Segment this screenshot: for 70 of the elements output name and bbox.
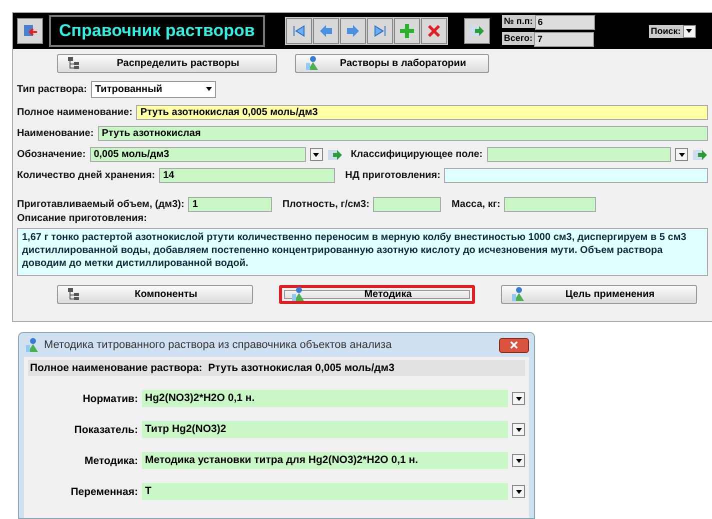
designation-field[interactable]: 0,005 моль/дм3	[90, 147, 306, 162]
field-label: Масса, кг:	[451, 199, 500, 210]
window-title: Справочник растворов	[49, 15, 265, 47]
tab-button[interactable]: Методика	[279, 284, 475, 304]
plus-icon	[398, 23, 415, 39]
first-record-button[interactable]	[286, 18, 312, 44]
field-label: Плотность, г/см3:	[282, 199, 370, 210]
left-arrow-icon	[318, 23, 334, 39]
full-name-field[interactable]: Ртуть азотнокислая 0,005 моль/дм3	[136, 105, 708, 120]
exit-icon	[22, 23, 38, 39]
description-field[interactable]: 1,67 г тонко растертой азотнокислой ртути количественно переносим в мерную колбу внестиностью 1000 см3, диспергируем в 5 см3 дистиллированной воды, добавляем постепенно концентрированную азотную кислоту до исчезновения мути. Объем раствора доводим до метки дистиллированной водой.	[17, 228, 708, 276]
laboratory-button[interactable]: Растворы в лаборатории	[295, 54, 489, 72]
previous-button[interactable]	[312, 18, 339, 44]
dropdown-button[interactable]	[512, 423, 525, 436]
name-field[interactable]: Ртуть азотнокислая	[98, 126, 708, 141]
dropdown-field[interactable]: Титр Hg2(NO3)2	[142, 421, 508, 438]
field-label: Показатель:	[73, 424, 138, 436]
dropdown-button[interactable]	[682, 24, 696, 38]
tab-button[interactable]: Компоненты	[57, 284, 253, 304]
first-icon	[290, 23, 307, 39]
dropdown-field[interactable]: Методика установки титра для Hg2(NO3)2*H2O 0,1 н.	[142, 452, 508, 469]
tab-button[interactable]: Цель применения	[501, 284, 697, 304]
search-label: Поиск:	[648, 24, 683, 38]
close-icon	[509, 340, 519, 350]
field-label: Приготавливаемый объем, (дм3):	[17, 199, 184, 210]
volume-field[interactable]: 1	[188, 197, 272, 212]
field-label: Описание приготовления:	[17, 213, 148, 224]
density-field[interactable]	[373, 197, 442, 212]
exit-button[interactable]	[17, 18, 43, 44]
dropdown-button[interactable]	[310, 148, 323, 161]
field-label: Классифицирующее поле:	[350, 149, 483, 160]
field-label: Полное наименование:	[17, 107, 132, 118]
field-label: Количество дней хранения:	[17, 170, 156, 181]
tree-icon	[66, 55, 82, 71]
next-button[interactable]	[340, 18, 366, 44]
last-icon	[372, 23, 388, 39]
field-label: Методика:	[84, 454, 138, 466]
classifier-field[interactable]	[486, 147, 671, 162]
distribute-button[interactable]: Распределить растворы	[57, 54, 277, 72]
field-label: Норматив:	[82, 392, 138, 404]
add-button[interactable]	[394, 18, 420, 44]
last-record-button[interactable]	[366, 18, 393, 44]
dialog-title: Методика титрованного раствора из справочника объектов анализа	[44, 339, 392, 351]
dropdown-field[interactable]: Hg2(NO3)2*H2O 0,1 н.	[142, 390, 508, 407]
field-label: Обозначение:	[17, 149, 86, 160]
arrow-icon	[468, 23, 485, 39]
delete-button[interactable]	[420, 18, 447, 44]
dropdown-button[interactable]	[675, 148, 688, 161]
close-button[interactable]	[499, 338, 529, 352]
type-dropdown[interactable]: Титрованный	[90, 80, 216, 98]
close-icon	[426, 23, 442, 39]
field-label: Переменная:	[70, 486, 138, 498]
dropdown-button[interactable]	[512, 454, 525, 467]
record-label: № п.п:	[502, 15, 535, 28]
field-label: НД приготовления:	[345, 170, 440, 181]
record-field: 6	[534, 15, 595, 30]
right-arrow-icon	[344, 23, 361, 39]
total-label: Всего:	[502, 32, 534, 45]
tree-icon	[66, 286, 82, 302]
full-name-text: Полное наименование раствора: Ртуть азотнокислая 0,005 моль/дм3	[30, 362, 394, 374]
field-label: Тип раствора:	[17, 84, 87, 94]
dropdown-button[interactable]	[512, 392, 525, 405]
refresh-button[interactable]	[464, 18, 490, 44]
total-field: 7	[534, 32, 594, 47]
dropdown-button[interactable]	[512, 485, 525, 498]
field-label: Наименование:	[17, 128, 94, 139]
dropdown-field[interactable]: T	[142, 483, 508, 500]
storage-days-field[interactable]: 14	[159, 168, 336, 183]
mass-field[interactable]	[504, 197, 596, 212]
nd-field[interactable]	[444, 168, 708, 183]
